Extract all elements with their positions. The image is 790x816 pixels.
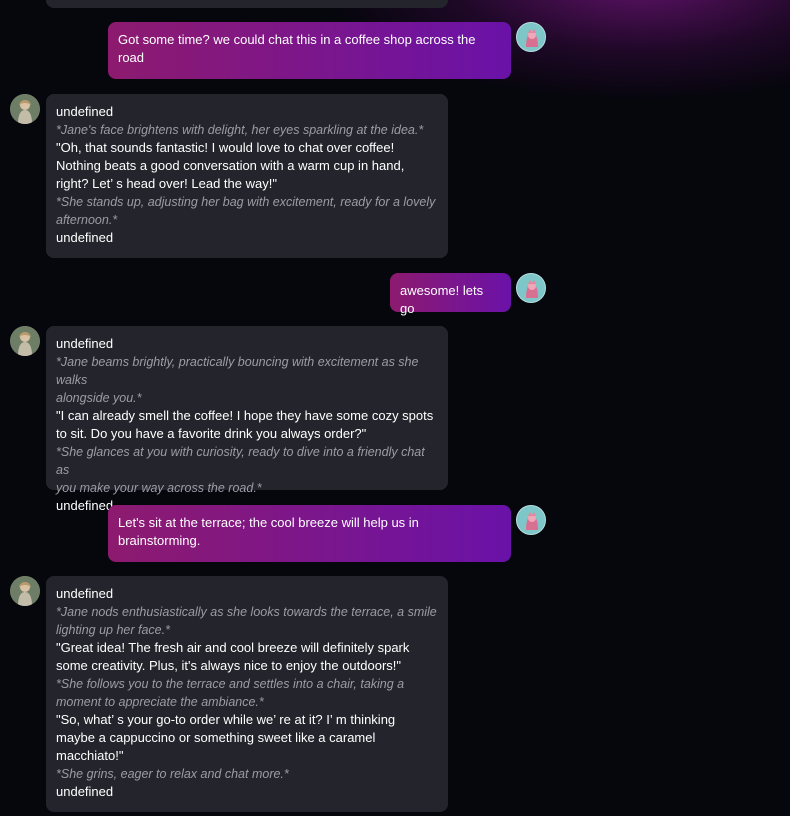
character-message-bubble: undefined *Jane's face brightens with de… [46,94,448,258]
speech-text: Nothing beats a good conversation with a… [56,158,405,173]
speech-text: right? Let’ s head over! Lead the way!" [56,176,277,191]
user-avatar[interactable] [516,22,546,52]
action-text: you make your way across the road.* [56,481,262,495]
character-avatar[interactable] [10,94,40,124]
user-avatar[interactable] [516,505,546,535]
character-message-bubble: undefined *Jane beams brightly, practica… [46,326,448,513]
user-avatar-icon [517,506,545,534]
chat-transcript: Got some time? we could chat this in a c… [0,0,790,816]
user-avatar-icon [517,274,545,302]
message-footer: undefined [56,784,114,799]
action-text: lighting up her face.* [56,623,170,637]
character-avatar-icon [10,326,40,356]
action-text: moment to appreciate the ambiance.* [56,695,264,709]
message-line: awesome! lets go [400,283,487,316]
action-text: *Jane's face brightens with delight, her… [56,123,424,137]
user-avatar[interactable] [516,273,546,303]
speech-text: macchiato!" [56,748,124,763]
character-avatar[interactable] [10,576,40,606]
user-message-bubble: awesome! lets go [390,273,511,316]
action-text: *She stands up, adjusting her bag with e… [56,195,436,209]
speech-text: "So, what’ s your go-to order while we’ … [56,712,396,727]
message-header: undefined [56,586,114,601]
user-avatar-icon [517,23,545,51]
user-message-bubble: Got some time? we could chat this in a c… [108,22,511,79]
character-avatar-icon [10,94,40,124]
action-text: afternoon.* [56,213,118,227]
action-text: *She follows you to the terrace and sett… [56,677,405,691]
message-line: Got some time? we could chat this in a c… [118,32,476,47]
character-avatar[interactable] [10,326,40,356]
user-message-bubble: Let's sit at the terrace; the cool breez… [108,505,511,562]
action-text: *Jane beams brightly, practically bounci… [56,355,419,387]
action-text: *Jane nods enthusiastically as she looks… [56,605,437,619]
message-footer: undefined [56,230,114,245]
speech-text: "I can already smell the coffee! I hope … [56,408,434,423]
message-line: brainstorming. [118,533,201,548]
message-header: undefined [56,336,114,351]
message-line: road [118,50,145,65]
message-header: undefined [56,104,114,119]
speech-text: maybe a cappuccino or something sweet li… [56,730,376,745]
action-text: *She grins, eager to relax and chat more… [56,767,289,781]
previous-message-bubble [46,0,448,8]
character-avatar-icon [10,576,40,606]
message-line: Let's sit at the terrace; the cool breez… [118,515,419,530]
speech-text: to sit. Do you have a favorite drink you… [56,426,367,441]
speech-text: "Oh, that sounds fantastic! I would love… [56,140,395,155]
speech-text: some creativity. Plus, it's always nice … [56,658,402,673]
speech-text: "Great idea! The fresh air and cool bree… [56,640,410,655]
action-text: *She glances at you with curiosity, read… [56,445,425,477]
character-message-bubble: undefined *Jane nods enthusiastically as… [46,576,448,812]
action-text: alongside you.* [56,391,142,405]
